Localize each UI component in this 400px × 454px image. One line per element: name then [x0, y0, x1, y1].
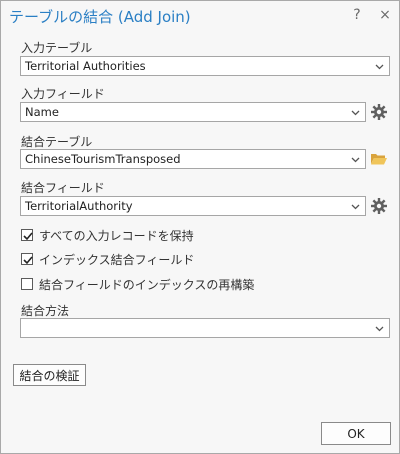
- index-join-fields-checkbox[interactable]: [21, 253, 33, 265]
- keep-all-records-label: すべての入力レコードを保持: [39, 228, 194, 243]
- input-field-select[interactable]: Name: [20, 102, 366, 122]
- input-field-label: 入力フィールド: [21, 87, 105, 101]
- gear-icon[interactable]: [370, 197, 388, 215]
- chevron-down-icon: [351, 157, 360, 163]
- join-field-value: TerritorialAuthority: [25, 199, 133, 213]
- chevron-down-icon: [351, 204, 360, 210]
- keep-all-records-option[interactable]: すべての入力レコードを保持: [21, 227, 194, 243]
- input-field-value: Name: [25, 105, 59, 119]
- join-field-label: 結合フィールド: [21, 181, 105, 195]
- rebuild-index-option[interactable]: 結合フィールドのインデックスの再構築: [21, 276, 254, 292]
- input-table-label: 入力テーブル: [21, 41, 93, 55]
- checkmark-icon: [23, 256, 33, 265]
- index-join-fields-label: インデックス結合フィールド: [39, 252, 195, 267]
- close-button[interactable]: ×: [377, 6, 393, 24]
- rebuild-index-checkbox[interactable]: [21, 278, 33, 290]
- ok-button[interactable]: OK: [321, 422, 391, 445]
- help-button[interactable]: ?: [349, 6, 365, 24]
- chevron-down-icon: [375, 326, 384, 332]
- chevron-down-icon: [351, 110, 360, 116]
- dialog-title: テーブルの結合 (Add Join): [9, 8, 191, 26]
- gear-icon[interactable]: [370, 103, 388, 121]
- folder-open-icon[interactable]: [370, 150, 388, 168]
- validate-join-button[interactable]: 結合の検証: [13, 364, 86, 386]
- chevron-down-icon: [375, 64, 384, 70]
- join-operation-label: 結合方法: [21, 304, 70, 318]
- index-join-fields-option[interactable]: インデックス結合フィールド: [21, 251, 194, 267]
- join-field-select[interactable]: TerritorialAuthority: [20, 196, 366, 216]
- join-table-select[interactable]: ChineseTourismTransposed: [20, 149, 366, 169]
- join-table-value: ChineseTourismTransposed: [25, 152, 181, 166]
- join-table-label: 結合テーブル: [21, 135, 93, 149]
- join-operation-select[interactable]: [20, 318, 390, 338]
- input-table-select[interactable]: Territorial Authorities: [20, 56, 390, 76]
- rebuild-index-label: 結合フィールドのインデックスの再構築: [39, 277, 255, 292]
- keep-all-records-checkbox[interactable]: [21, 229, 33, 241]
- input-table-value: Territorial Authorities: [25, 59, 146, 73]
- add-join-dialog: テーブルの結合 (Add Join) ? × 入力テーブル Territoria…: [0, 0, 400, 454]
- checkmark-icon: [23, 232, 33, 241]
